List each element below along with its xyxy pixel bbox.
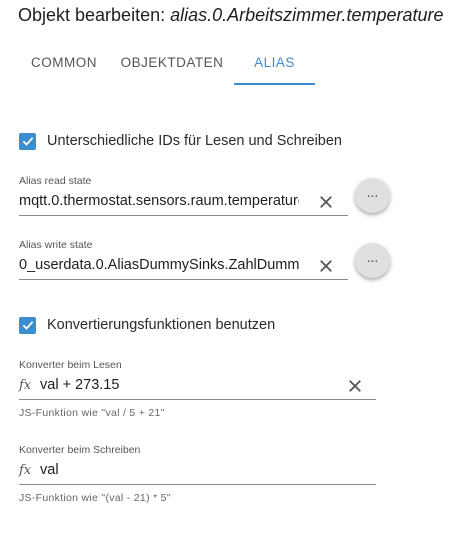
check-icon <box>22 321 33 330</box>
write-converter-helper: JS-Funktion wie "(val - 21) * 5" <box>19 492 171 504</box>
check-icon <box>22 137 33 146</box>
title-prefix: Objekt bearbeiten: <box>18 5 171 25</box>
write-state-select-button[interactable]: ... <box>355 243 390 278</box>
fx-icon: fx <box>19 378 32 393</box>
close-icon <box>349 380 361 392</box>
tab-objektdaten[interactable]: OBJEKTDATEN <box>116 44 228 86</box>
object-id: alias.0.Arbeitszimmer.temperature <box>170 5 444 25</box>
active-tab-indicator <box>234 83 315 85</box>
conversion-label: Konvertierungsfunktionen benutzen <box>47 317 276 333</box>
tab-bar: COMMON OBJEKTDATEN ALIAS <box>0 44 461 86</box>
conversion-row: Konvertierungsfunktionen benutzen <box>19 315 275 335</box>
write-converter-value[interactable]: val <box>40 462 340 478</box>
write-state-field[interactable]: 0_userdata.0.AliasDummySinks.ZahlDummy <box>19 255 348 280</box>
tab-alias[interactable]: ALIAS <box>234 44 315 86</box>
write-state-clear-button[interactable] <box>317 257 335 275</box>
tab-common[interactable]: COMMON <box>18 44 110 86</box>
write-state-value[interactable]: 0_userdata.0.AliasDummySinks.ZahlDummy <box>19 257 299 273</box>
separate-ids-row: Unterschiedliche IDs für Lesen und Schre… <box>19 131 342 151</box>
read-converter-helper: JS-Funktion wie "val / 5 + 21" <box>19 407 165 419</box>
read-state-select-button[interactable]: ... <box>355 178 390 213</box>
read-converter-value[interactable]: val + 273.15 <box>40 377 340 393</box>
read-state-value[interactable]: mqtt.0.thermostat.sensors.raum.temperatu… <box>19 193 299 209</box>
dialog-title: Objekt bearbeiten: alias.0.Arbeitszimmer… <box>18 5 444 26</box>
read-state-label: Alias read state <box>19 175 92 187</box>
read-converter-label: Konverter beim Lesen <box>19 359 122 371</box>
read-converter-field[interactable]: fx val + 273.15 <box>19 375 376 400</box>
conversion-checkbox[interactable] <box>19 316 36 334</box>
close-icon <box>320 196 332 208</box>
read-state-clear-button[interactable] <box>317 193 335 211</box>
separate-ids-checkbox[interactable] <box>19 132 36 150</box>
fx-icon: fx <box>19 463 32 478</box>
write-converter-label: Konverter beim Schreiben <box>19 444 141 456</box>
separate-ids-label: Unterschiedliche IDs für Lesen und Schre… <box>47 133 342 149</box>
read-state-field[interactable]: mqtt.0.thermostat.sensors.raum.temperatu… <box>19 191 348 216</box>
write-state-label: Alias write state <box>19 239 93 251</box>
read-converter-clear-button[interactable] <box>346 377 364 395</box>
close-icon <box>320 260 332 272</box>
write-converter-field[interactable]: fx val <box>19 460 376 485</box>
